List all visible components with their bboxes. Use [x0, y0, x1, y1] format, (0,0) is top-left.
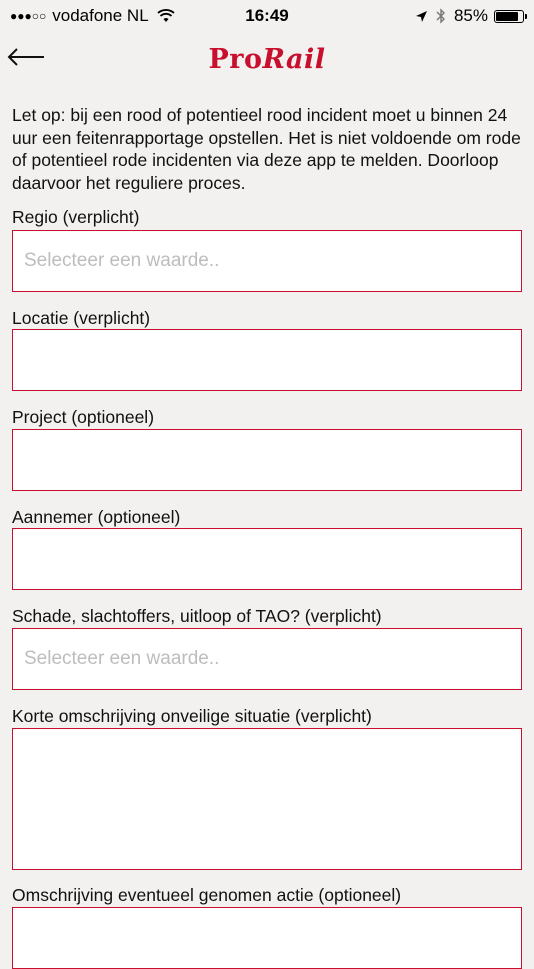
status-right: 85% — [415, 6, 527, 26]
locatie-label: Locatie (verplicht) — [12, 308, 151, 328]
battery-tip — [525, 13, 527, 19]
logo-text-pro: Pro — [208, 44, 263, 75]
schade-select[interactable]: Selecteer een waarde.. — [12, 628, 522, 690]
incident-notice: Let op: bij een rood of potentieel rood … — [12, 105, 521, 193]
battery-icon — [494, 9, 527, 23]
regio-placeholder: Selecteer een waarde.. — [24, 250, 220, 271]
bluetooth-icon — [436, 8, 445, 24]
locatie-input[interactable] — [12, 329, 522, 391]
aannemer-label: Aannemer (optioneel) — [12, 507, 181, 527]
nav-bar: ProRail — [0, 30, 534, 90]
status-bar: ●●●○○ vodafone NL 16:49 85% — [0, 0, 534, 30]
regio-select[interactable]: Selecteer een waarde.. — [12, 230, 522, 292]
schade-placeholder: Selecteer een waarde.. — [24, 648, 220, 669]
logo-text-rail: Rail — [262, 44, 326, 75]
omschrijving-textarea[interactable] — [12, 728, 522, 870]
aannemer-input[interactable] — [12, 528, 522, 590]
battery-percentage: 85% — [453, 6, 488, 25]
prorail-logo: ProRail — [0, 44, 534, 75]
actie-label: Omschrijving eventueel genomen actie (op… — [12, 885, 402, 905]
omschrijving-label: Korte omschrijving onveilige situatie (v… — [12, 706, 372, 726]
project-input[interactable] — [12, 429, 522, 491]
location-arrow-icon — [415, 10, 427, 22]
schade-label: Schade, slachtoffers, uitloop of TAO? (v… — [12, 606, 382, 626]
project-label: Project (optioneel) — [12, 407, 155, 427]
regio-label: Regio (verplicht) — [12, 207, 140, 227]
battery-level — [496, 11, 519, 21]
actie-textarea[interactable] — [12, 907, 522, 969]
